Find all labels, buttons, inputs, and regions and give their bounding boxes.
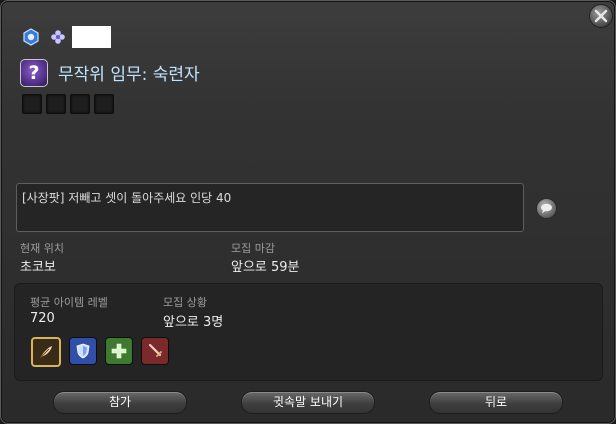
player-name	[72, 26, 111, 48]
whisper-button[interactable]: 귓속말 보내기	[241, 391, 375, 414]
close-button[interactable]	[589, 4, 613, 28]
comment-text: [사장팟] 저빼고 셋이 돌아주세요 인당 40	[22, 191, 232, 205]
status-label: 모집 상황	[163, 296, 207, 309]
comment-box: [사장팟] 저빼고 셋이 돌아주세요 인당 40	[16, 183, 524, 232]
member-slot	[94, 94, 114, 114]
leader-feather-icon	[31, 337, 61, 367]
job-class-icon	[23, 28, 39, 46]
avg-ilvl-value: 720	[30, 311, 55, 326]
location-value: 초코보	[20, 260, 56, 275]
avg-ilvl-label: 평균 아이템 레벨	[30, 296, 108, 309]
location-label: 현재 위치	[20, 242, 64, 255]
member-slot	[46, 94, 66, 114]
close-x-icon	[594, 9, 608, 23]
deadline-label: 모집 마감	[231, 242, 275, 255]
healer-cross-icon	[105, 337, 133, 365]
dps-sword-icon	[141, 337, 169, 365]
speech-bubble-icon[interactable]	[536, 198, 557, 219]
member-slot	[70, 94, 90, 114]
deadline-value: 앞으로 59분	[231, 260, 300, 275]
duty-title: 무작위 임무: 숙련자	[58, 65, 200, 85]
status-value: 앞으로 3명	[163, 315, 224, 330]
flower-icon	[51, 30, 65, 44]
random-duty-question-icon: ?	[20, 59, 48, 87]
member-slot	[22, 94, 42, 114]
back-button[interactable]: 뒤로	[429, 391, 563, 414]
join-button[interactable]: 참가	[53, 391, 187, 414]
tank-shield-icon	[69, 337, 97, 365]
